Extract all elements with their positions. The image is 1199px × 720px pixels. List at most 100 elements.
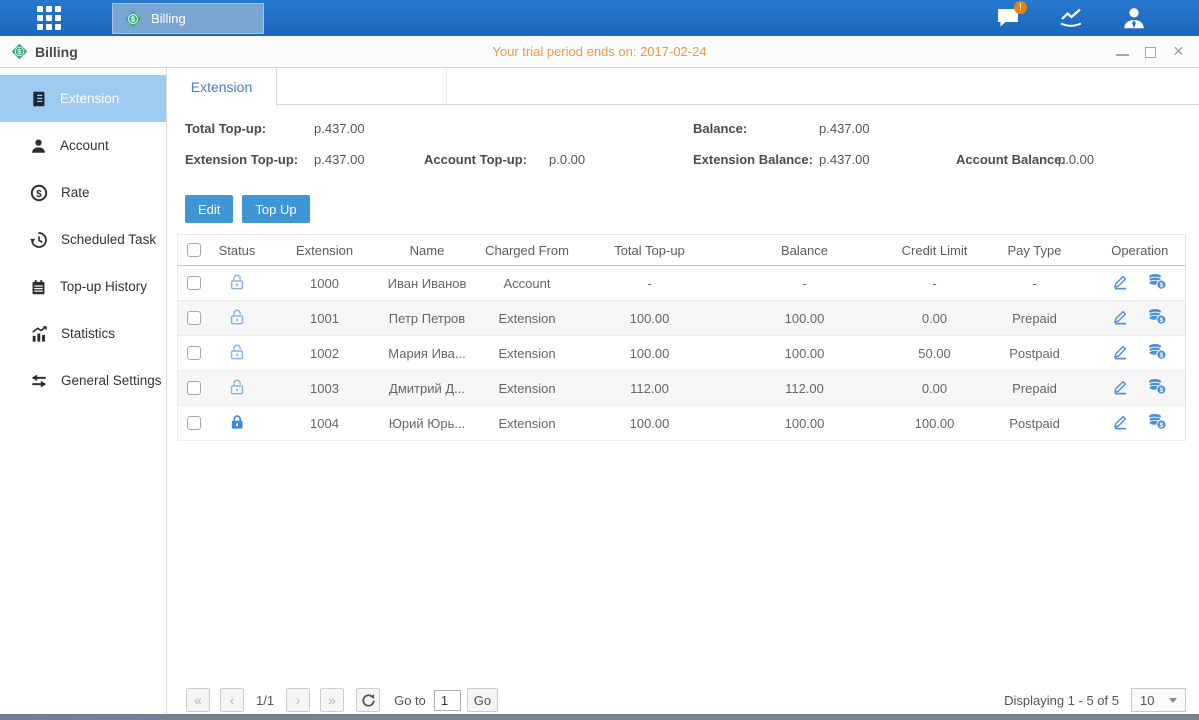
top-up-coins-icon[interactable]: $	[1147, 273, 1167, 293]
billing-app-icon: $	[124, 10, 142, 28]
top-up-coins-icon[interactable]: $	[1147, 413, 1167, 433]
cell-pay-type: Postpaid	[975, 406, 1095, 441]
table-row: 1003 Дмитрий Д... Extension 112.00 112.0…	[178, 371, 1186, 406]
app-grid-icon[interactable]	[37, 6, 61, 30]
cell-credit-limit: 100.00	[895, 406, 975, 441]
maximize-button[interactable]	[1144, 45, 1157, 58]
last-page-button[interactable]: »	[320, 688, 344, 712]
lock-open-icon[interactable]	[229, 378, 245, 398]
svg-text:$: $	[1160, 352, 1164, 359]
calendar-icon	[30, 278, 47, 296]
cell-pay-type: Prepaid	[975, 301, 1095, 336]
refresh-button[interactable]	[356, 688, 380, 712]
window-title: Billing	[35, 44, 78, 60]
row-checkbox[interactable]	[187, 311, 201, 325]
edit-icon[interactable]	[1112, 413, 1129, 433]
cell-pay-type: -	[975, 266, 1095, 301]
col-operation: Operation	[1095, 235, 1186, 266]
cell-balance: 100.00	[715, 406, 895, 441]
cell-name: Иван Иванов	[385, 266, 470, 301]
total-topup-label: Total Top-up:	[185, 121, 266, 136]
minimize-button[interactable]	[1116, 45, 1129, 58]
sidebar-item-scheduled-task[interactable]: Scheduled Task	[0, 216, 166, 263]
cell-extension: 1003	[265, 371, 385, 406]
next-page-button[interactable]: ›	[286, 688, 310, 712]
edit-icon[interactable]	[1112, 308, 1129, 328]
refresh-icon	[361, 693, 376, 708]
total-topup-value: p.437.00	[314, 121, 365, 136]
pagination-bar: « ‹ 1/1 › » Go to Go Displaying 1 - 5 of…	[177, 686, 1186, 714]
table-header-row: Status Extension Name Charged From Total…	[178, 235, 1186, 266]
cell-extension: 1002	[265, 336, 385, 371]
cell-total-topup: 100.00	[585, 301, 715, 336]
account-balance-value: p.0.00	[1058, 152, 1094, 167]
top-up-button[interactable]: Top Up	[242, 195, 309, 223]
row-checkbox[interactable]	[187, 276, 201, 290]
cell-name: Петр Петров	[385, 301, 470, 336]
cell-total-topup: 112.00	[585, 371, 715, 406]
first-page-button[interactable]: «	[186, 688, 210, 712]
col-status: Status	[210, 235, 265, 266]
goto-page-input[interactable]	[434, 690, 461, 711]
sidebar-label: Rate	[61, 185, 90, 200]
user-account-icon[interactable]	[1121, 5, 1147, 31]
select-all-checkbox[interactable]	[187, 243, 201, 257]
main-panel: Extension Total Top-up: p.437.00 Balance…	[167, 68, 1199, 720]
sidebar-item-statistics[interactable]: Statistics	[0, 310, 166, 357]
cell-total-topup: 100.00	[585, 406, 715, 441]
cell-name: Юрий Юрь...	[385, 406, 470, 441]
sidebar-label: General Settings	[61, 373, 162, 388]
close-button[interactable]: ✕	[1172, 45, 1185, 58]
cell-pay-type: Postpaid	[975, 336, 1095, 371]
lock-open-icon[interactable]	[229, 343, 245, 363]
window-bottom-edge	[0, 714, 1199, 720]
sidebar-item-rate[interactable]: $ Rate	[0, 169, 166, 216]
cell-balance: 100.00	[715, 301, 895, 336]
top-up-coins-icon[interactable]: $	[1147, 343, 1167, 363]
edit-icon[interactable]	[1112, 378, 1129, 398]
svg-text:$: $	[1160, 387, 1164, 394]
svg-text:$: $	[36, 188, 42, 199]
go-button[interactable]: Go	[467, 688, 498, 712]
cell-balance: 112.00	[715, 371, 895, 406]
sidebar-label: Statistics	[61, 326, 115, 341]
cell-name: Дмитрий Д...	[385, 371, 470, 406]
cell-total-topup: 100.00	[585, 336, 715, 371]
row-checkbox[interactable]	[187, 416, 201, 430]
col-name: Name	[385, 235, 470, 266]
row-checkbox[interactable]	[187, 346, 201, 360]
lock-open-icon[interactable]	[229, 308, 245, 328]
sidebar-label: Account	[60, 138, 109, 153]
prev-page-button[interactable]: ‹	[220, 688, 244, 712]
top-up-coins-icon[interactable]: $	[1147, 378, 1167, 398]
edit-button[interactable]: Edit	[185, 195, 233, 223]
lock-closed-icon[interactable]	[229, 413, 245, 433]
account-topup-value: p.0.00	[549, 152, 585, 167]
sidebar-item-extension[interactable]: Extension	[0, 75, 166, 122]
trial-notice: Your trial period ends on: 2017-02-24	[0, 44, 1199, 59]
table-row: 1004 Юрий Юрь... Extension 100.00 100.00…	[178, 406, 1186, 441]
monitor-chart-icon[interactable]	[1058, 5, 1084, 31]
sidebar-item-account[interactable]: Account	[0, 122, 166, 169]
lock-open-icon[interactable]	[229, 273, 245, 293]
sidebar-item-general-settings[interactable]: General Settings	[0, 357, 166, 404]
top-up-coins-icon[interactable]: $	[1147, 308, 1167, 328]
tab-extension[interactable]: Extension	[167, 68, 277, 106]
history-clock-icon	[30, 231, 48, 249]
cell-pay-type: Prepaid	[975, 371, 1095, 406]
sidebar-item-topup-history[interactable]: Top-up History	[0, 263, 166, 310]
edit-icon[interactable]	[1112, 273, 1129, 293]
cell-charged-from: Extension	[470, 336, 585, 371]
page-size-value: 10	[1140, 693, 1154, 708]
page-size-select[interactable]: 10	[1131, 688, 1186, 712]
table-row: 1002 Мария Ива... Extension 100.00 100.0…	[178, 336, 1186, 371]
edit-icon[interactable]	[1112, 343, 1129, 363]
cell-charged-from: Account	[470, 266, 585, 301]
messages-icon[interactable]: !	[995, 5, 1021, 31]
billing-summary: Total Top-up: p.437.00 Balance: p.437.00…	[167, 105, 1199, 189]
row-checkbox[interactable]	[187, 381, 201, 395]
billing-window-icon: $	[11, 43, 28, 60]
svg-text:$: $	[1160, 317, 1164, 324]
taskbar-billing-tab[interactable]: $ Billing	[112, 3, 264, 34]
svg-text:$: $	[1160, 422, 1164, 429]
